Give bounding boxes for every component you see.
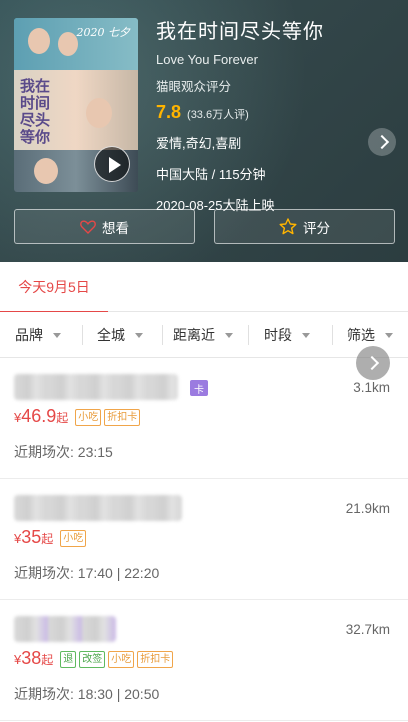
caret-down-icon — [135, 332, 143, 338]
cinema-list-item[interactable]: 21.9km ¥ 35 起 小吃 近期场次: 17:40 | 22:20 — [0, 479, 408, 600]
movie-genre: 爱情,奇幻,喜剧 — [156, 136, 242, 151]
price-suffix: 起 — [41, 532, 54, 546]
filter-bar: 品牌 全城 距离近 时段 筛选 — [0, 312, 408, 358]
filter-time-label: 时段 — [264, 327, 292, 343]
feature-tag: 小吃 — [108, 651, 135, 668]
currency-symbol: ¥ — [14, 531, 22, 546]
price-row: ¥ 46.9 起 小吃 折扣卡 — [14, 406, 141, 428]
poster-title: 我在时间尽头等你 — [20, 77, 51, 146]
movie-header: 2020 七夕 我在时间尽头等你 我在时间尽头等你 Love You Forev… — [0, 0, 408, 262]
rate-button[interactable]: 评分 — [214, 209, 395, 244]
currency-symbol: ¥ — [14, 410, 22, 425]
cinema-name-blurred — [14, 495, 182, 521]
filter-distance[interactable]: 距离近 — [173, 312, 233, 358]
cinema-name-blurred — [14, 616, 116, 642]
price-value: 46.9 — [21, 406, 57, 426]
feature-tag: 退 — [60, 651, 77, 668]
price-row: ¥ 35 起 小吃 — [14, 527, 87, 549]
caret-down-icon — [385, 332, 393, 338]
price-value: 38 — [21, 648, 42, 668]
price-suffix: 起 — [56, 411, 69, 425]
cinema-name-blurred — [14, 374, 178, 400]
tab-today[interactable]: 今天9月5日 — [0, 262, 108, 313]
price-row: ¥ 38 起 退 改签 小吃 折扣卡 — [14, 648, 174, 670]
cinema-distance: 3.1km — [353, 380, 390, 395]
chevron-right-icon[interactable] — [368, 128, 396, 156]
divider — [162, 325, 163, 345]
filter-area-label: 全城 — [97, 327, 125, 343]
want-label: 想看 — [102, 220, 129, 236]
filter-distance-label: 距离近 — [173, 327, 215, 343]
divider — [248, 325, 249, 345]
poster-face — [28, 28, 50, 54]
price-value: 35 — [21, 527, 42, 547]
rate-label: 评分 — [303, 220, 330, 236]
feature-tag: 改签 — [79, 651, 106, 668]
score-count: (33.6万人评) — [187, 109, 249, 121]
caret-down-icon — [302, 332, 310, 338]
score-row: 7.8 (33.6万人评) — [156, 102, 324, 123]
feature-tag: 折扣卡 — [137, 651, 174, 668]
member-card-badge: 卡 — [190, 380, 208, 396]
cinema-list-item[interactable]: 卡 3.1km ¥ 46.9 起 小吃 折扣卡 近期场次: 23:15 — [0, 358, 408, 479]
movie-info: 我在时间尽头等你 Love You Forever 猫眼观众评分 7.8 (33… — [156, 18, 324, 214]
divider — [332, 325, 333, 345]
recent-showtimes: 近期场次: 18:30 | 20:50 — [14, 686, 160, 702]
recent-showtimes: 近期场次: 17:40 | 22:20 — [14, 565, 160, 581]
filter-area[interactable]: 全城 — [97, 312, 143, 358]
date-tabs: 今天9月5日 — [0, 262, 408, 313]
score-value: 7.8 — [156, 102, 182, 122]
poster-face — [86, 98, 112, 128]
price-suffix: 起 — [41, 653, 54, 667]
movie-english-title: Love You Forever — [156, 52, 258, 67]
feature-tag: 小吃 — [75, 409, 102, 426]
movie-poster[interactable]: 2020 七夕 我在时间尽头等你 — [14, 18, 138, 192]
currency-symbol: ¥ — [14, 652, 22, 667]
filter-more-label: 筛选 — [347, 327, 375, 343]
caret-down-icon — [53, 332, 61, 338]
filter-brand[interactable]: 品牌 — [15, 312, 61, 358]
cinema-list-item[interactable]: 32.7km ¥ 38 起 退 改签 小吃 折扣卡 近期场次: 18:30 | … — [0, 600, 408, 721]
feature-tag: 小吃 — [60, 530, 87, 547]
filter-time[interactable]: 时段 — [264, 312, 310, 358]
divider — [82, 325, 83, 345]
score-label: 猫眼观众评分 — [156, 80, 232, 94]
cinema-distance: 21.9km — [345, 501, 390, 516]
poster-face — [58, 32, 78, 56]
chevron-right-icon[interactable] — [356, 346, 390, 380]
caret-down-icon — [225, 332, 233, 338]
movie-title: 我在时间尽头等你 — [156, 21, 324, 43]
feature-tag: 折扣卡 — [104, 409, 141, 426]
heart-icon — [80, 219, 96, 234]
cinema-distance: 32.7km — [345, 622, 390, 637]
recent-showtimes: 近期场次: 23:15 — [14, 444, 113, 460]
play-trailer-button[interactable] — [94, 146, 130, 182]
want-to-watch-button[interactable]: 想看 — [14, 209, 195, 244]
filter-brand-label: 品牌 — [15, 327, 43, 343]
movie-region-duration: 中国大陆 / 115分钟 — [156, 167, 266, 182]
poster-tagline: 2020 七夕 — [76, 26, 131, 39]
poster-face — [34, 158, 58, 184]
star-icon — [279, 218, 297, 235]
